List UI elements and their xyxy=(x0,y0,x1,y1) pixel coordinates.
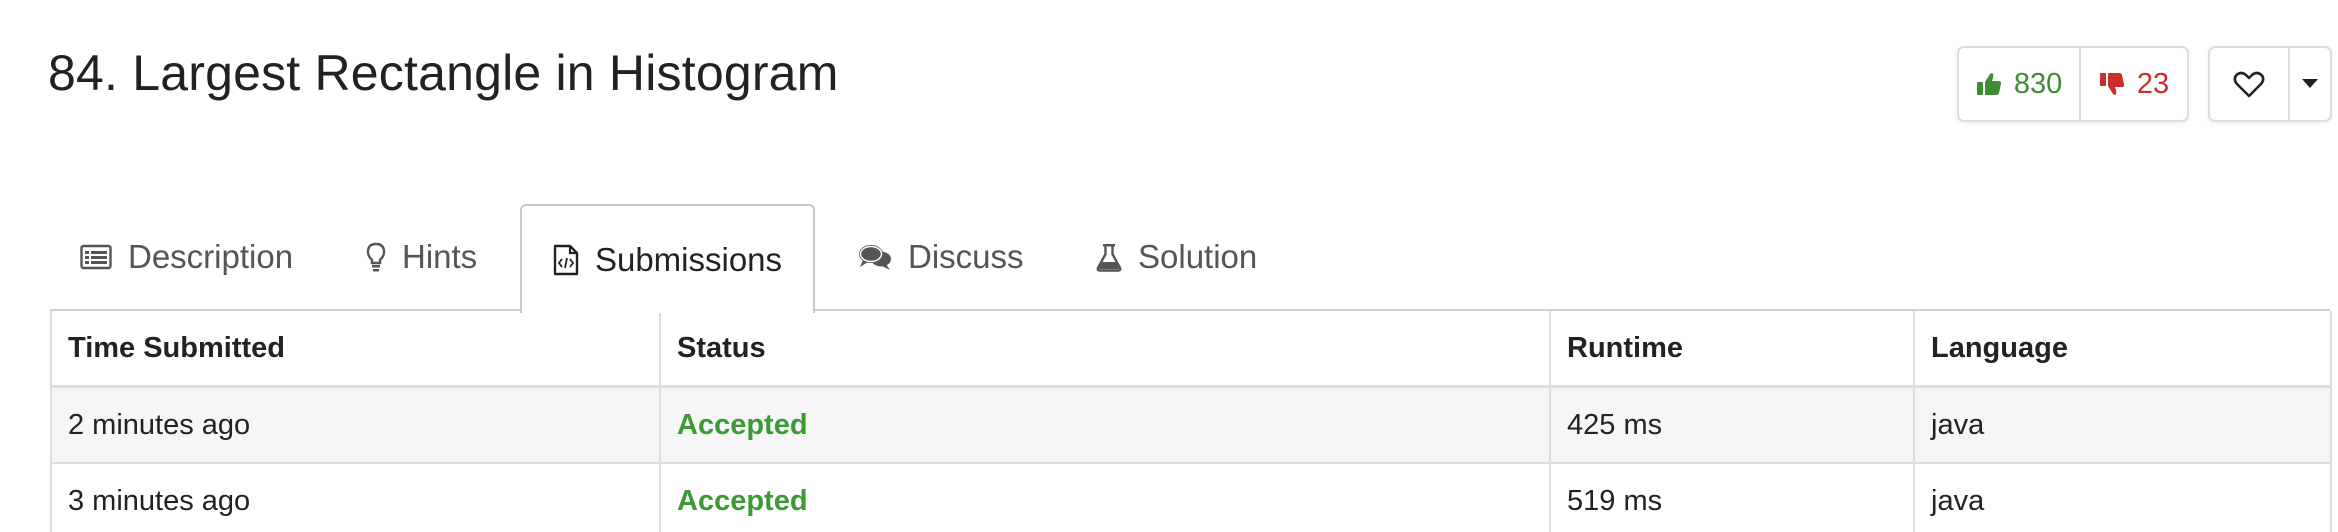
favorite-button[interactable] xyxy=(2210,48,2290,120)
problem-title: 84. Largest Rectangle in Histogram xyxy=(48,45,839,101)
time-submitted-cell: 3 minutes ago xyxy=(50,463,661,532)
vote-group: 830 23 xyxy=(1957,46,2189,122)
thumbs-up-icon xyxy=(1976,71,2002,97)
table-header-row: Time Submitted Status Runtime Language xyxy=(50,311,2332,388)
tab-discuss-label: Discuss xyxy=(908,237,1024,275)
submissions-table: Time Submitted Status Runtime Language 2… xyxy=(50,311,2332,532)
tab-discuss[interactable]: Discuss xyxy=(858,204,1024,309)
language-cell: java xyxy=(1913,386,2332,464)
status-cell: Accepted xyxy=(659,463,1551,532)
column-header-language: Language xyxy=(1913,311,2332,388)
flask-icon xyxy=(1096,242,1122,272)
tab-submissions-label: Submissions xyxy=(594,240,783,278)
thumbs-down-icon xyxy=(2099,71,2125,97)
problem-tabs: Description Hints Submissions Discuss So… xyxy=(50,204,2330,313)
favorite-dropdown-button[interactable] xyxy=(2290,48,2330,120)
runtime-cell: 519 ms xyxy=(1549,463,1915,532)
tab-submissions[interactable]: Submissions xyxy=(520,204,815,313)
favorite-group xyxy=(2208,46,2332,122)
problem-page: 84. Largest Rectangle in Histogram 830 2… xyxy=(0,0,2338,532)
status-link[interactable]: Accepted xyxy=(677,485,808,517)
column-header-time-submitted: Time Submitted xyxy=(50,311,661,388)
tab-hints-label: Hints xyxy=(402,237,478,275)
list-icon xyxy=(80,244,112,270)
table-row: 3 minutes ago Accepted 519 ms java xyxy=(50,463,2332,532)
column-header-status: Status xyxy=(659,311,1551,388)
dislike-button[interactable]: 23 xyxy=(2081,48,2187,120)
tab-solution[interactable]: Solution xyxy=(1096,204,1257,309)
status-cell: Accepted xyxy=(659,386,1551,464)
language-cell: java xyxy=(1913,463,2332,532)
code-file-icon xyxy=(553,244,579,276)
runtime-cell: 425 ms xyxy=(1549,386,1915,464)
status-link[interactable]: Accepted xyxy=(677,409,808,441)
column-header-runtime: Runtime xyxy=(1549,311,1915,388)
tab-solution-label: Solution xyxy=(1138,237,1258,275)
tab-description-label: Description xyxy=(128,237,294,275)
tab-description[interactable]: Description xyxy=(80,204,293,309)
tab-hints[interactable]: Hints xyxy=(366,204,477,309)
like-button[interactable]: 830 xyxy=(1959,48,2081,120)
like-count: 830 xyxy=(2013,67,2063,100)
caret-down-icon xyxy=(2302,79,2318,89)
dislike-count: 23 xyxy=(2136,67,2170,100)
table-row: 2 minutes ago Accepted 425 ms java xyxy=(50,386,2332,464)
comments-icon xyxy=(858,243,892,271)
time-submitted-cell: 2 minutes ago xyxy=(50,386,661,464)
heart-outline-icon xyxy=(2233,70,2265,98)
lightbulb-icon xyxy=(366,242,386,272)
